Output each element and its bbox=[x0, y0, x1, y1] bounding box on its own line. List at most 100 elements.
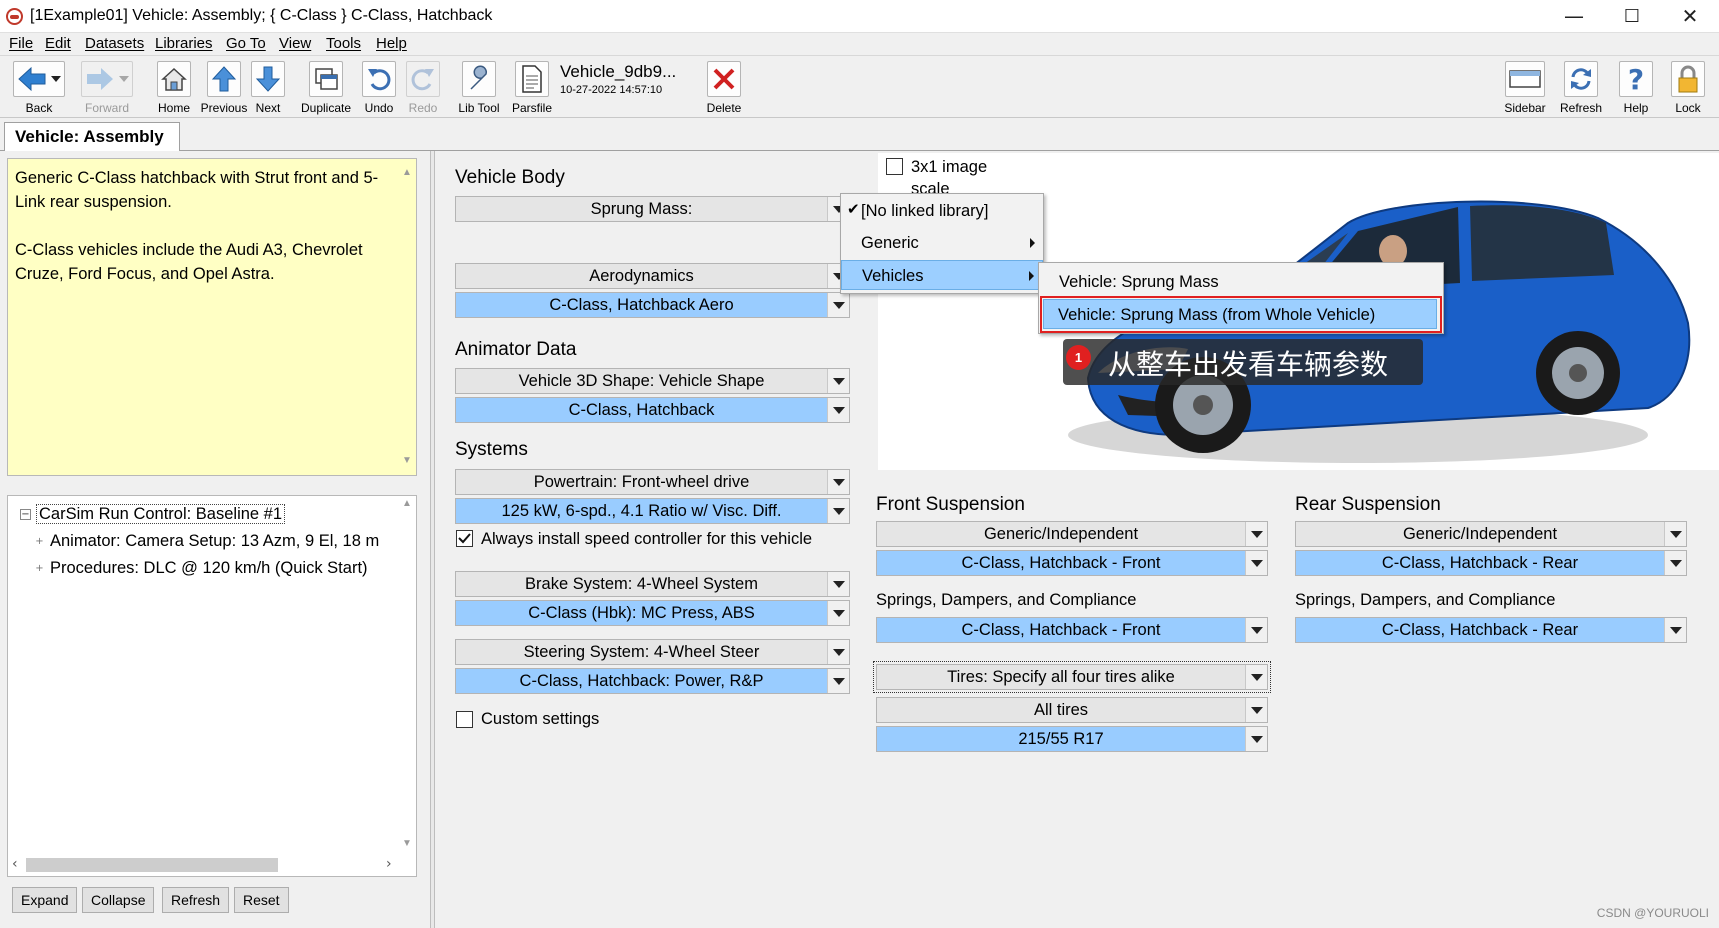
menu-libraries[interactable]: Libraries bbox=[155, 35, 213, 52]
menu-edit[interactable]: Edit bbox=[45, 35, 71, 52]
next-button[interactable]: Next bbox=[242, 59, 294, 117]
tree-refresh-button[interactable]: Refresh bbox=[162, 887, 230, 913]
menu-item-vehicles[interactable]: Vehicles bbox=[841, 260, 1043, 290]
minimize-button[interactable]: — bbox=[1545, 0, 1603, 33]
document-icon bbox=[515, 61, 549, 97]
menu-item-generic[interactable]: Generic bbox=[841, 228, 1043, 258]
menu-help[interactable]: Help bbox=[376, 35, 407, 52]
dropdown-arrow-icon[interactable] bbox=[827, 601, 849, 625]
dropdown-arrow-icon[interactable] bbox=[827, 293, 849, 317]
dropdown-arrow-icon[interactable] bbox=[1245, 551, 1267, 575]
rear-sdc-dataset-link[interactable]: C-Class, Hatchback - Rear bbox=[1295, 617, 1687, 643]
tab-strip: Vehicle: Assembly bbox=[0, 119, 1719, 151]
tree-hscrollbar[interactable]: ‹ › bbox=[8, 855, 402, 875]
menu-file[interactable]: File bbox=[9, 35, 33, 52]
scroll-right-icon[interactable]: › bbox=[386, 856, 392, 872]
powertrain-dataset-link[interactable]: 125 kW, 6-spd., 4.1 Ratio w/ Visc. Diff. bbox=[455, 498, 850, 524]
tree-item-animator[interactable]: + Animator: Camera Setup: 13 Azm, 9 El, 1… bbox=[34, 532, 379, 551]
front-sdc-dataset-link[interactable]: C-Class, Hatchback - Front bbox=[876, 617, 1268, 643]
animator-data-title: Animator Data bbox=[455, 339, 577, 360]
run-tree: − CarSim Run Control: Baseline #1 + Animat… bbox=[7, 495, 417, 877]
expand-icon[interactable]: + bbox=[34, 537, 45, 548]
menu-item-vehicle-sprung-mass[interactable]: Vehicle: Sprung Mass bbox=[1039, 267, 1443, 297]
notes-line-2: C-Class vehicles include the Audi A3, Ch… bbox=[15, 241, 363, 283]
dropdown-arrow-icon[interactable] bbox=[827, 369, 849, 393]
dropdown-arrow-icon[interactable] bbox=[827, 398, 849, 422]
back-button[interactable]: Back bbox=[10, 59, 68, 117]
down-arrow-icon bbox=[251, 61, 285, 97]
scroll-left-icon[interactable]: ‹ bbox=[12, 856, 18, 872]
dropdown-arrow-icon[interactable] bbox=[827, 572, 849, 596]
tree-vscrollbar[interactable]: ▲ ▼ bbox=[398, 496, 416, 851]
front-sdc-label: Springs, Dampers, and Compliance bbox=[876, 591, 1137, 609]
front-kinematics-combo[interactable]: Generic/Independent bbox=[876, 521, 1268, 547]
annotation-highlight-box bbox=[1040, 296, 1442, 333]
dropdown-arrow-icon[interactable] bbox=[1664, 551, 1686, 575]
sidebar-button[interactable]: Sidebar bbox=[1497, 59, 1553, 117]
rear-suspension-title: Rear Suspension bbox=[1295, 494, 1441, 515]
tires-mode-combo[interactable]: Tires: Specify all four tires alike bbox=[873, 661, 1271, 693]
vehicle-shape-dataset-link[interactable]: C-Class, Hatchback bbox=[455, 397, 850, 423]
dropdown-arrow-icon[interactable] bbox=[1245, 698, 1267, 722]
expand-button[interactable]: Expand bbox=[12, 887, 78, 913]
panel-splitter[interactable] bbox=[430, 151, 435, 928]
dropdown-arrow-icon[interactable] bbox=[1245, 618, 1267, 642]
notes-textarea[interactable]: Generic C-Class hatchback with Strut fro… bbox=[7, 158, 417, 476]
redo-button[interactable]: Redo bbox=[397, 59, 449, 117]
aerodynamics-dataset-link[interactable]: C-Class, Hatchback Aero bbox=[455, 292, 850, 318]
refresh-button[interactable]: Refresh bbox=[1555, 59, 1607, 117]
lock-button[interactable]: Lock bbox=[1662, 59, 1714, 117]
custom-settings-checkbox[interactable] bbox=[456, 711, 473, 728]
collapse-icon[interactable]: − bbox=[20, 509, 31, 520]
dropdown-arrow-icon[interactable] bbox=[1245, 665, 1267, 689]
sidebar-icon bbox=[1505, 61, 1545, 97]
speed-controller-checkbox[interactable] bbox=[456, 530, 473, 547]
home-icon bbox=[157, 61, 191, 97]
menu-goto[interactable]: Go To bbox=[226, 35, 266, 52]
dropdown-arrow-icon[interactable] bbox=[827, 470, 849, 494]
parsfile-button[interactable]: Parsfile bbox=[506, 59, 558, 117]
submenu-arrow-icon bbox=[1029, 271, 1034, 281]
maximize-button[interactable]: ☐ bbox=[1603, 0, 1661, 33]
notes-scrollbar[interactable]: ▲ ▼ bbox=[398, 159, 416, 475]
dropdown-arrow-icon[interactable] bbox=[1245, 727, 1267, 751]
delete-button[interactable]: Delete bbox=[698, 59, 750, 117]
all-tires-combo[interactable]: All tires bbox=[876, 697, 1268, 723]
steering-system-combo[interactable]: Steering System: 4-Wheel Steer bbox=[455, 639, 850, 665]
menu-tools[interactable]: Tools bbox=[326, 35, 361, 52]
dropdown-arrow-icon[interactable] bbox=[1245, 522, 1267, 546]
menu-datasets[interactable]: Datasets bbox=[85, 35, 144, 52]
dataset-file-date: 10-27-2022 14:57:10 bbox=[560, 84, 663, 96]
svg-text:?: ? bbox=[1628, 64, 1644, 94]
tire-dataset-link[interactable]: 215/55 R17 bbox=[876, 726, 1268, 752]
powertrain-combo[interactable]: Powertrain: Front-wheel drive bbox=[455, 469, 850, 495]
brake-system-combo[interactable]: Brake System: 4-Wheel System bbox=[455, 571, 850, 597]
dropdown-arrow-icon[interactable] bbox=[827, 499, 849, 523]
dropdown-arrow-icon[interactable] bbox=[827, 640, 849, 664]
sprung-mass-combo[interactable]: Sprung Mass: bbox=[455, 196, 850, 222]
scroll-thumb[interactable] bbox=[26, 858, 278, 872]
tree-item-run-control[interactable]: − CarSim Run Control: Baseline #1 bbox=[20, 504, 286, 524]
rear-kinematics-combo[interactable]: Generic/Independent bbox=[1295, 521, 1687, 547]
forward-button[interactable]: Forward bbox=[78, 59, 136, 117]
duplicate-icon bbox=[309, 61, 343, 97]
steering-dataset-link[interactable]: C-Class, Hatchback: Power, R&P bbox=[455, 668, 850, 694]
3x1-image-label: 3x1 image bbox=[911, 158, 988, 176]
menu-item-no-linked-library[interactable]: ✔ [No linked library] bbox=[841, 196, 1043, 226]
close-button[interactable]: ✕ bbox=[1661, 0, 1719, 33]
expand-icon[interactable]: + bbox=[34, 564, 45, 575]
3x1-image-checkbox[interactable] bbox=[886, 158, 903, 175]
dropdown-arrow-icon[interactable] bbox=[1664, 618, 1686, 642]
collapse-button[interactable]: Collapse bbox=[82, 887, 155, 913]
dropdown-arrow-icon[interactable] bbox=[827, 669, 849, 693]
rear-kinematics-dataset-link[interactable]: C-Class, Hatchback - Rear bbox=[1295, 550, 1687, 576]
vehicle-shape-combo[interactable]: Vehicle 3D Shape: Vehicle Shape bbox=[455, 368, 850, 394]
front-kinematics-dataset-link[interactable]: C-Class, Hatchback - Front bbox=[876, 550, 1268, 576]
reset-button[interactable]: Reset bbox=[234, 887, 289, 913]
aerodynamics-combo[interactable]: Aerodynamics bbox=[455, 263, 850, 289]
tab-vehicle-assembly[interactable]: Vehicle: Assembly bbox=[4, 122, 180, 151]
dropdown-arrow-icon[interactable] bbox=[1664, 522, 1686, 546]
menu-view[interactable]: View bbox=[279, 35, 311, 52]
brake-dataset-link[interactable]: C-Class (Hbk): MC Press, ABS bbox=[455, 600, 850, 626]
tree-item-procedures[interactable]: + Procedures: DLC @ 120 km/h (Quick Start… bbox=[34, 559, 368, 578]
